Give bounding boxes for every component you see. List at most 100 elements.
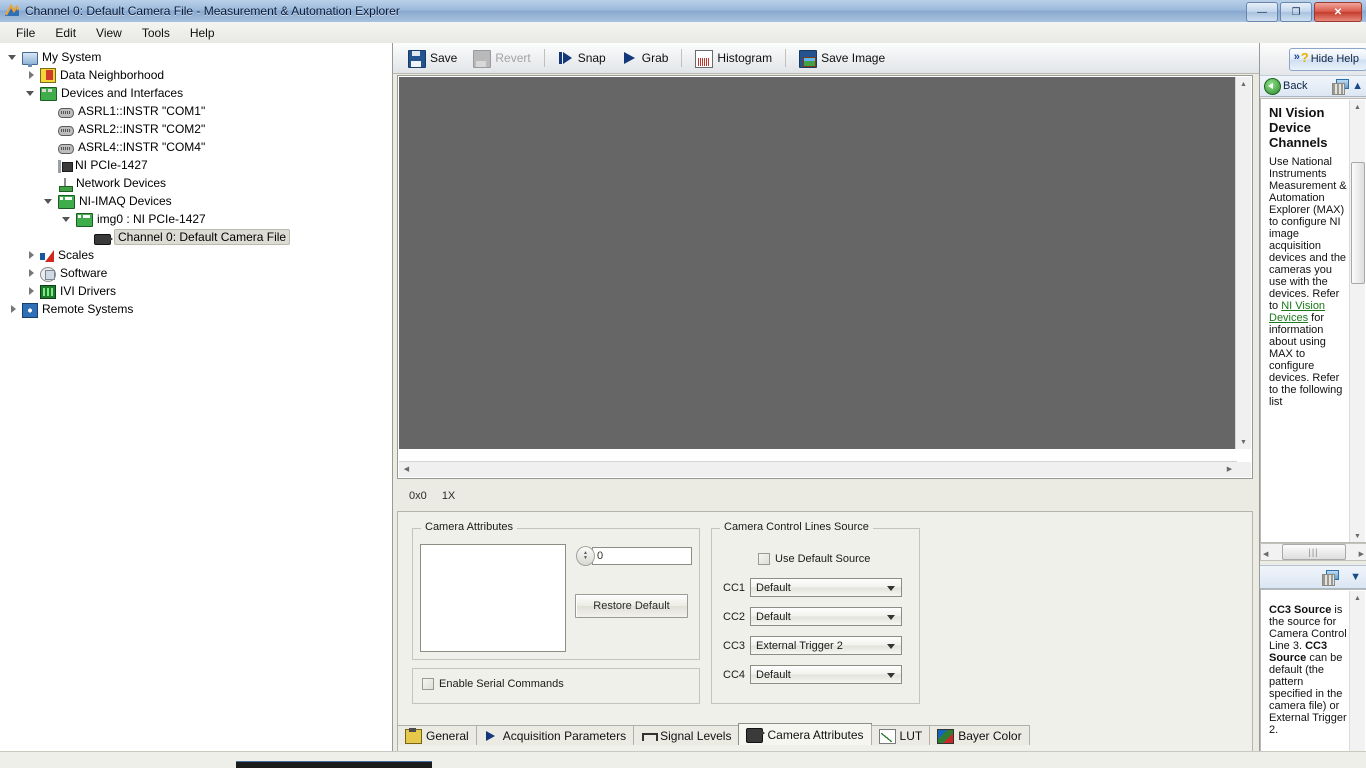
minimize-button[interactable]: — — [1246, 2, 1278, 22]
tree-expander-collapsed-icon[interactable] — [26, 268, 37, 279]
hide-help-button[interactable]: Hide Help — [1288, 47, 1366, 71]
cc2-source-value: Default — [756, 610, 791, 623]
tree-item[interactable]: NI-IMAQ Devices — [0, 192, 392, 210]
tree-item[interactable]: ASRL2::INSTR "COM2" — [0, 120, 392, 138]
scroll-left-icon[interactable] — [1263, 545, 1268, 559]
chevron-down-icon — [887, 644, 895, 649]
stepper-arrows-icon[interactable]: ▲ ▼ — [576, 546, 595, 566]
tree-item[interactable]: NI PCIe-1427 — [0, 156, 392, 174]
help-back-label: Back — [1283, 80, 1308, 92]
help-top-vertical-scrollbar[interactable] — [1349, 100, 1365, 542]
menu-item-edit[interactable]: Edit — [45, 24, 86, 42]
toolbar-button-histogram[interactable]: Histogram — [687, 46, 780, 70]
tree-item[interactable]: Software — [0, 264, 392, 282]
scroll-up-icon[interactable] — [1350, 100, 1365, 114]
maximize-restore-button[interactable]: ❐ — [1280, 2, 1312, 22]
chevron-up-icon[interactable]: ▲ — [1352, 80, 1363, 92]
cc4-source-select[interactable]: Default — [750, 665, 902, 684]
menu-item-help[interactable]: Help — [180, 24, 225, 42]
tree-expander-expanded-icon[interactable] — [44, 196, 55, 207]
hide-help-label: Hide Help — [1310, 53, 1359, 65]
camera-icon — [94, 233, 113, 245]
tree-expander-expanded-icon[interactable] — [26, 88, 37, 99]
cc3-label: CC3 — [723, 640, 746, 652]
use-default-source-checkbox[interactable] — [758, 553, 770, 565]
help-bottom-vertical-scrollbar[interactable] — [1349, 591, 1365, 768]
tree-item[interactable]: ASRL1::INSTR "COM1" — [0, 102, 392, 120]
tree-expander-spacer — [80, 232, 91, 243]
attribute-value-input[interactable]: 0 — [592, 547, 692, 565]
scrollbar-thumb[interactable]: ||| — [1281, 544, 1346, 560]
tree-item[interactable]: Remote Systems — [0, 300, 392, 318]
tree-item[interactable]: Scales — [0, 246, 392, 264]
toolbar-button-snap[interactable]: Snap — [550, 46, 614, 70]
tree-item-label: Remote Systems — [42, 302, 134, 316]
scroll-down-icon[interactable] — [1236, 435, 1251, 449]
tab-general[interactable]: General — [397, 725, 477, 745]
tree-expander-collapsed-icon[interactable] — [26, 250, 37, 261]
menu-item-view[interactable]: View — [86, 24, 132, 42]
tree-item[interactable]: Devices and Interfaces — [0, 84, 392, 102]
window-panel-icon[interactable] — [1332, 79, 1350, 95]
camera-attributes-list[interactable] — [420, 544, 566, 652]
scroll-up-icon[interactable] — [1350, 591, 1365, 605]
cc1-source-select[interactable]: Default — [750, 578, 902, 597]
tree-expander-collapsed-icon[interactable] — [26, 70, 37, 81]
window-panel-icon[interactable] — [1322, 570, 1340, 586]
restore-default-button[interactable]: Restore Default — [575, 594, 688, 618]
enable-serial-commands-label: Enable Serial Commands — [439, 678, 564, 690]
toolbar-button-grab[interactable]: Grab — [614, 46, 677, 70]
cc3-source-select[interactable]: External Trigger 2 — [750, 636, 902, 655]
scroll-left-icon[interactable] — [399, 462, 414, 477]
image-vertical-scrollbar[interactable] — [1235, 77, 1251, 449]
tree-expander-expanded-icon[interactable] — [8, 52, 19, 63]
tree-item[interactable]: ASRL4::INSTR "COM4" — [0, 138, 392, 156]
tab-lut[interactable]: LUT — [870, 725, 931, 745]
tab-signal-levels[interactable]: Signal Levels — [633, 725, 740, 745]
toolbar-separator — [543, 49, 545, 67]
tab-bayer-color[interactable]: Bayer Color — [929, 725, 1030, 745]
tree-expander-collapsed-icon[interactable] — [26, 286, 37, 297]
chevron-down-icon[interactable]: ▼ — [1350, 571, 1361, 583]
image-horizontal-scrollbar[interactable] — [399, 461, 1237, 477]
tree-item[interactable]: Network Devices — [0, 174, 392, 192]
help-top-horizontal-scrollbar[interactable]: ||| — [1260, 543, 1366, 561]
use-default-source-row[interactable]: Use Default Source — [758, 553, 870, 565]
scrollbar-thumb[interactable] — [1351, 162, 1365, 284]
chevron-down-icon — [887, 586, 895, 591]
scroll-right-icon[interactable] — [1222, 462, 1237, 477]
help-back-button[interactable]: Back — [1264, 77, 1308, 95]
tab-label: General — [426, 728, 469, 743]
toolbar-button-save[interactable]: Save — [400, 46, 465, 70]
tree-expander-collapsed-icon[interactable] — [8, 304, 19, 315]
menu-item-file[interactable]: File — [6, 24, 45, 42]
tab-label: LUT — [899, 728, 923, 743]
monitor-icon — [22, 51, 38, 67]
tree-item[interactable]: img0 : NI PCIe-1427 — [0, 210, 392, 228]
toolbar-button-save-image[interactable]: Save Image — [791, 46, 893, 70]
close-button[interactable]: ✕ — [1314, 2, 1362, 22]
scroll-down-icon[interactable] — [1350, 529, 1365, 542]
enable-serial-commands-checkbox[interactable] — [422, 678, 434, 690]
scroll-up-icon[interactable] — [1236, 77, 1251, 91]
tree-item[interactable]: Data Neighborhood — [0, 66, 392, 84]
help-title: NI Vision Device Channels — [1269, 105, 1328, 150]
tree-item[interactable]: Channel 0: Default Camera File — [0, 228, 392, 246]
tree-expander-spacer — [44, 106, 55, 117]
image-canvas[interactable] — [399, 77, 1237, 449]
menu-item-tools[interactable]: Tools — [132, 24, 180, 42]
save-icon — [408, 49, 426, 68]
tab-acquisition-parameters[interactable]: Acquisition Parameters — [475, 725, 635, 745]
tree-item[interactable]: My System — [0, 48, 392, 67]
tree-item[interactable]: IVI Drivers — [0, 282, 392, 300]
attribute-value-stepper[interactable]: ▲ ▼ 0 — [576, 546, 692, 566]
tree-item-label: Channel 0: Default Camera File — [114, 229, 291, 245]
tree-expander-expanded-icon[interactable] — [62, 214, 73, 225]
tree-item-label: Scales — [58, 248, 95, 262]
cc2-source-select[interactable]: Default — [750, 607, 902, 626]
scroll-right-icon[interactable] — [1359, 545, 1364, 559]
main-toolbar: Save Revert Snap Grab Histogram Save Image — [393, 43, 1266, 74]
tab-camera-attributes[interactable]: Camera Attributes — [738, 723, 872, 745]
enable-serial-commands-row[interactable]: Enable Serial Commands — [422, 678, 564, 690]
image-viewer[interactable] — [397, 75, 1253, 479]
